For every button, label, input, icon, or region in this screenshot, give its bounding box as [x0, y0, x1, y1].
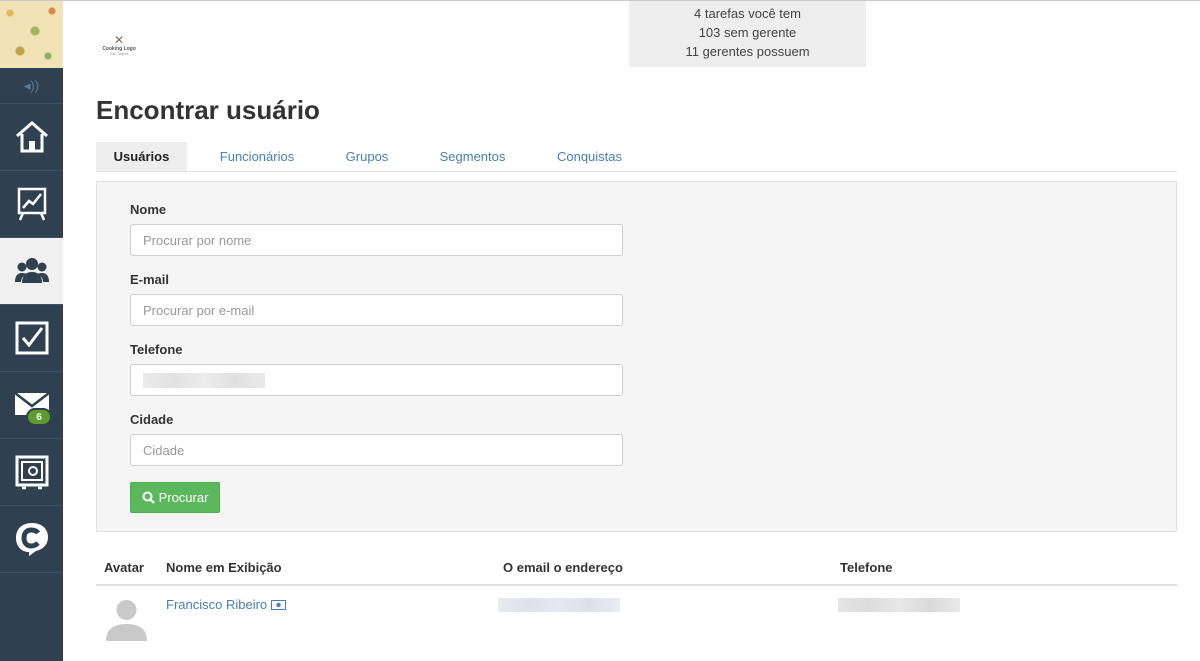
users-icon	[14, 258, 49, 283]
search-button[interactable]: Procurar	[130, 482, 220, 513]
name-input[interactable]: Procurar por nome	[130, 224, 623, 256]
search-form-panel: Nome Procurar por nome E-mail Procurar p…	[96, 181, 1177, 532]
sidebar: ◂)) 6	[0, 1, 63, 661]
email-input[interactable]: Procurar por e-mail	[130, 294, 623, 326]
results-table-header: Avatar Nome em Exibição O email o endere…	[96, 551, 1177, 586]
stats-managers[interactable]: 11 gerentes possuem	[629, 42, 866, 61]
col-avatar: Avatar	[104, 560, 144, 575]
name-label: Nome	[130, 202, 167, 217]
sidebar-item-messages[interactable]: 6	[0, 372, 63, 439]
id-card-icon[interactable]	[271, 599, 287, 610]
checkbox-icon	[15, 321, 48, 355]
sidebar-item-vault[interactable]	[0, 439, 63, 506]
chat-c-icon	[15, 523, 48, 556]
tab-bar: Usuários Funcionários Grupos Segmentos C…	[96, 142, 1177, 172]
table-row: Francisco Ribeiro	[96, 587, 1177, 647]
tab-usuarios[interactable]: Usuários	[96, 142, 187, 171]
tab-grupos[interactable]: Grupos	[327, 142, 407, 171]
city-label: Cidade	[130, 412, 174, 427]
safe-icon	[15, 455, 48, 490]
col-display-name[interactable]: Nome em Exibição	[166, 560, 282, 575]
messages-badge: 6	[26, 408, 52, 426]
sidebar-toggle[interactable]: ◂))	[0, 68, 63, 104]
logo-mark-icon: ✕	[113, 33, 125, 47]
search-icon	[142, 491, 155, 504]
home-icon	[15, 121, 48, 153]
email-redacted-value	[498, 598, 620, 612]
tab-funcionarios[interactable]: Funcionários	[187, 142, 327, 171]
email-label: E-mail	[130, 272, 170, 287]
page-title: Encontrar usuário	[96, 95, 320, 125]
sidebar-item-users[interactable]	[0, 238, 63, 305]
stats-summary: 4 tarefas você tem 103 sem gerente 11 ge…	[629, 1, 866, 67]
col-email[interactable]: O email o endereço	[503, 560, 623, 575]
user-name[interactable]: Francisco Ribeiro	[166, 597, 267, 612]
logo-tagline: Your Tagline	[109, 52, 129, 56]
chart-board-icon	[17, 187, 46, 221]
user-name-link[interactable]: Francisco Ribeiro	[166, 597, 287, 612]
phone-input[interactable]	[130, 364, 623, 396]
sidebar-item-chat[interactable]	[0, 506, 63, 573]
stats-no-manager[interactable]: 103 sem gerente	[629, 23, 866, 42]
phone-redacted-cell	[838, 598, 960, 612]
tab-conquistas[interactable]: Conquistas	[538, 142, 641, 171]
phone-redacted-value	[143, 372, 265, 388]
col-phone[interactable]: Telefone	[840, 560, 893, 575]
phone-label: Telefone	[130, 342, 183, 357]
city-input[interactable]: Cidade	[130, 434, 623, 466]
sidebar-item-reports[interactable]	[0, 171, 63, 238]
collapse-icon: ◂))	[23, 77, 40, 93]
tab-segmentos[interactable]: Segmentos	[407, 142, 538, 171]
search-button-label: Procurar	[158, 490, 209, 505]
sidebar-item-home[interactable]	[0, 104, 63, 171]
stats-tasks[interactable]: 4 tarefas você tem	[629, 4, 866, 23]
brand-pattern	[0, 1, 63, 68]
avatar	[106, 600, 147, 641]
company-logo[interactable]: ✕ Cooking Logo Your Tagline	[98, 28, 140, 62]
sidebar-item-tasks[interactable]	[0, 305, 63, 372]
